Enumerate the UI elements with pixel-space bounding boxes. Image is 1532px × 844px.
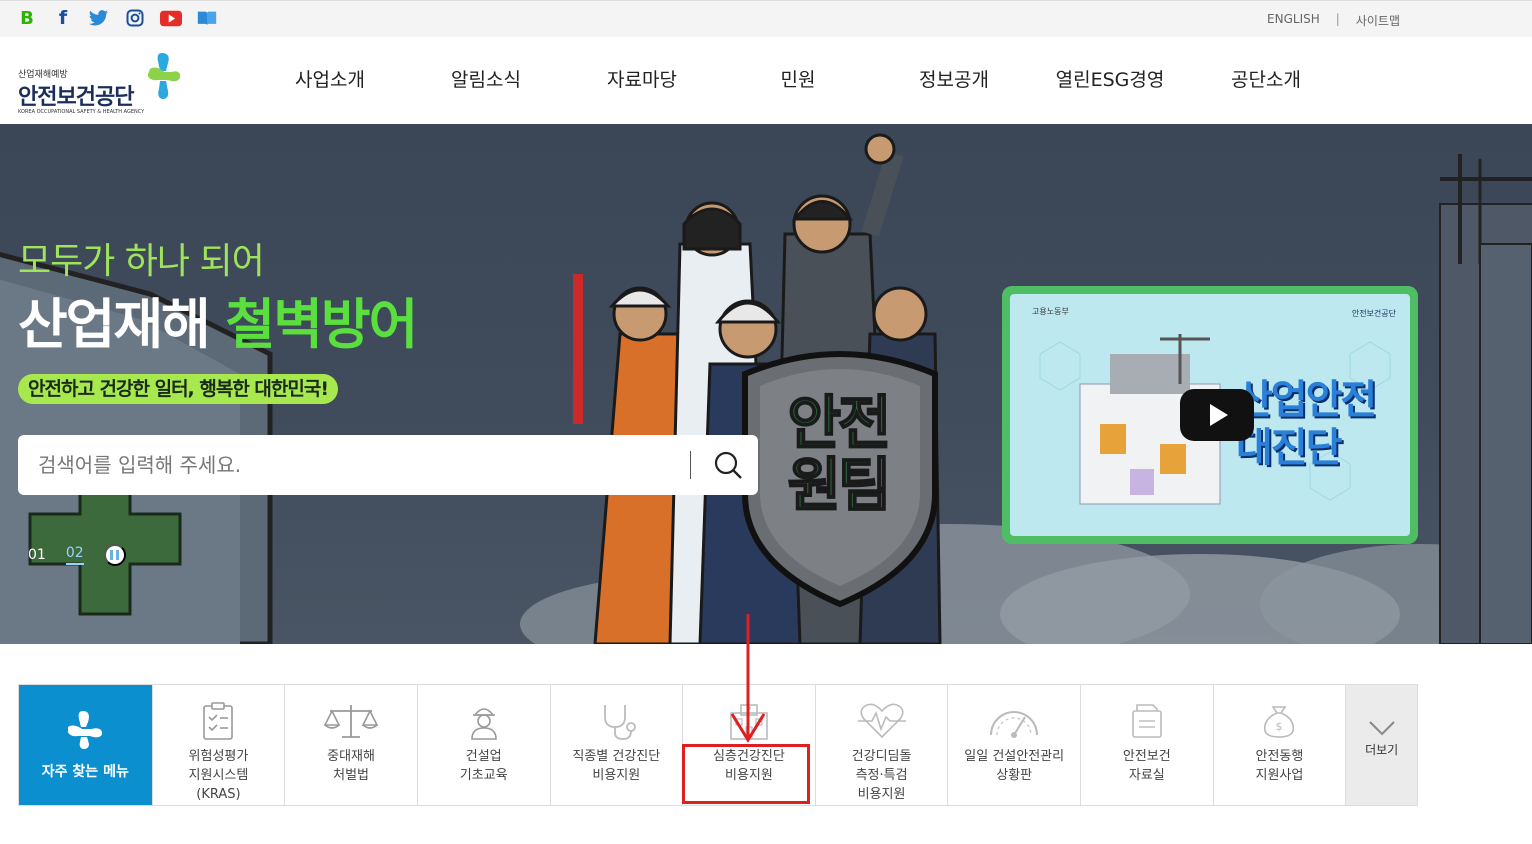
folder-icon xyxy=(1115,699,1179,743)
social-links: B f xyxy=(16,7,218,29)
site-header: 산업재해예방 안전보건공단 KOREA OCCUPATIONAL SAFETY … xyxy=(0,37,1532,124)
top-utility-bar: B f ENGLISH | 사이트맵 xyxy=(0,0,1532,37)
nav-info-disclosure[interactable]: 정보공개 xyxy=(876,65,1032,92)
quick-menu-label: 건강디딤돌 측정·특검 비용지원 xyxy=(851,749,912,802)
search-button[interactable] xyxy=(710,449,746,483)
stethoscope-icon xyxy=(584,699,648,743)
site-logo[interactable]: 산업재해예방 안전보건공단 KOREA OCCUPATIONAL SAFETY … xyxy=(18,51,188,115)
video-agency-label: 안전보건공단 xyxy=(1351,309,1396,318)
hero-banner: 모두가 하나 되어 산업재해 철벽방어 안전하고 건강한 일터, 행복한 대한민… xyxy=(0,124,1532,644)
gauge-icon xyxy=(982,699,1046,743)
english-link[interactable]: ENGLISH xyxy=(1267,12,1320,29)
search-input[interactable] xyxy=(38,449,678,481)
nav-business-intro[interactable]: 사업소개 xyxy=(252,65,408,92)
quick-menu-construction-training[interactable]: 건설업 기초교육 xyxy=(416,685,550,805)
facebook-icon[interactable]: f xyxy=(52,7,74,29)
annotation-arrow xyxy=(730,614,766,743)
nav-esg-management[interactable]: 열린ESG경영 xyxy=(1032,65,1188,92)
play-icon xyxy=(1210,404,1228,426)
youtube-icon[interactable] xyxy=(160,8,182,28)
twitter-icon[interactable] xyxy=(88,8,110,28)
svg-text:$: $ xyxy=(1276,720,1283,733)
video-thumbnail[interactable]: 고용노동부 안전보건공단 산업안전 대진단 xyxy=(1010,294,1410,536)
more-label: 더보기 xyxy=(1365,743,1399,757)
ministry-label: 고용노동부 xyxy=(1032,307,1069,316)
main-navigation: 사업소개 알림소식 자료마당 민원 정보공개 열린ESG경영 공단소개 xyxy=(252,65,1344,92)
money-bag-icon: $ xyxy=(1247,699,1311,743)
util-separator: | xyxy=(1335,12,1340,26)
sitemap-link[interactable]: 사이트맵 xyxy=(1356,12,1400,29)
video-card[interactable]: 고용노동부 안전보건공단 산업안전 대진단 xyxy=(1002,286,1418,544)
hero-headline: 산업재해 철벽방어 xyxy=(18,280,419,359)
quick-menu-health-steppingstone[interactable]: 건강디딤돌 측정·특검 비용지원 xyxy=(814,685,948,805)
nav-civil-petition[interactable]: 민원 xyxy=(720,65,876,92)
play-button[interactable] xyxy=(1180,389,1254,441)
quick-menu-label: 안전보건 자료실 xyxy=(1122,749,1171,783)
quick-menu-label: 직종별 건강진단 비용지원 xyxy=(572,749,661,783)
worker-icon xyxy=(452,699,516,743)
logo-title: 안전보건공단 xyxy=(18,85,134,110)
quick-menu-safety-library[interactable]: 안전보건 자료실 xyxy=(1080,685,1213,805)
nav-resources[interactable]: 자료마당 xyxy=(564,65,720,92)
quick-menu-label: 중대재해 처벌법 xyxy=(327,749,375,783)
scales-icon xyxy=(319,699,383,743)
cross-logo-icon xyxy=(68,711,103,749)
pause-button[interactable] xyxy=(103,544,126,566)
checklist-icon xyxy=(186,699,250,743)
video-title: 산업안전 대진단 xyxy=(1236,377,1377,471)
quick-menu-label: 안전동행 지원사업 xyxy=(1255,749,1304,783)
quick-menu-serious-accident-act[interactable]: 중대재해 처벌법 xyxy=(284,685,417,805)
hero-headline-small: 모두가 하나 되어 xyxy=(18,241,265,282)
shield-text: 안전 원팀 xyxy=(787,389,893,519)
book-icon[interactable] xyxy=(196,8,218,28)
slide-indicator-1[interactable]: 01 xyxy=(28,547,46,563)
quick-menu-label: 건설업 기초교육 xyxy=(459,749,508,783)
hero-headline-white: 산업재해 xyxy=(18,293,226,356)
hero-headline-green: 철벽방어 xyxy=(225,293,419,356)
nav-news[interactable]: 알림소식 xyxy=(408,65,564,92)
search-box xyxy=(18,435,758,495)
quick-menu-label: 위험성평가 지원시스템 (KRAS) xyxy=(188,749,249,802)
logo-english: KOREA OCCUPATIONAL SAFETY & HEALTH AGENC… xyxy=(18,109,145,115)
quick-menu-header: 자주 찾는 메뉴 xyxy=(19,685,152,805)
quick-menu-construction-safety-dashboard[interactable]: 일일 건설안전관리 상황판 xyxy=(947,685,1080,805)
logo-cross-icon xyxy=(147,53,181,99)
quick-menu-more-button[interactable]: 더보기 xyxy=(1345,685,1418,805)
quick-menu-kras[interactable]: 위험성평가 지원시스템 (KRAS) xyxy=(151,685,285,805)
heartbeat-icon xyxy=(850,699,914,743)
chevron-down-icon xyxy=(1368,721,1395,736)
hero-slogan-pill: 안전하고 건강한 일터, 행복한 대한민국! xyxy=(18,374,339,404)
quick-menu-safety-partnership-support[interactable]: $ 안전동행 지원사업 xyxy=(1212,685,1346,805)
slide-pager: 01 02 xyxy=(28,544,126,566)
annotation-highlight-box xyxy=(682,744,810,804)
quick-menu-label: 일일 건설안전관리 상황판 xyxy=(964,749,1065,783)
nav-agency-intro[interactable]: 공단소개 xyxy=(1188,65,1344,92)
search-divider xyxy=(690,451,691,479)
search-icon xyxy=(714,451,742,479)
quick-menu-title: 자주 찾는 메뉴 xyxy=(41,764,129,780)
blog-icon[interactable]: B xyxy=(16,8,38,29)
quick-menu-occupation-health-checkup[interactable]: 직종별 건강진단 비용지원 xyxy=(549,685,683,805)
instagram-icon[interactable] xyxy=(124,8,146,28)
utility-links: ENGLISH | 사이트맵 xyxy=(1267,12,1400,29)
slide-indicator-2[interactable]: 02 xyxy=(65,545,84,565)
